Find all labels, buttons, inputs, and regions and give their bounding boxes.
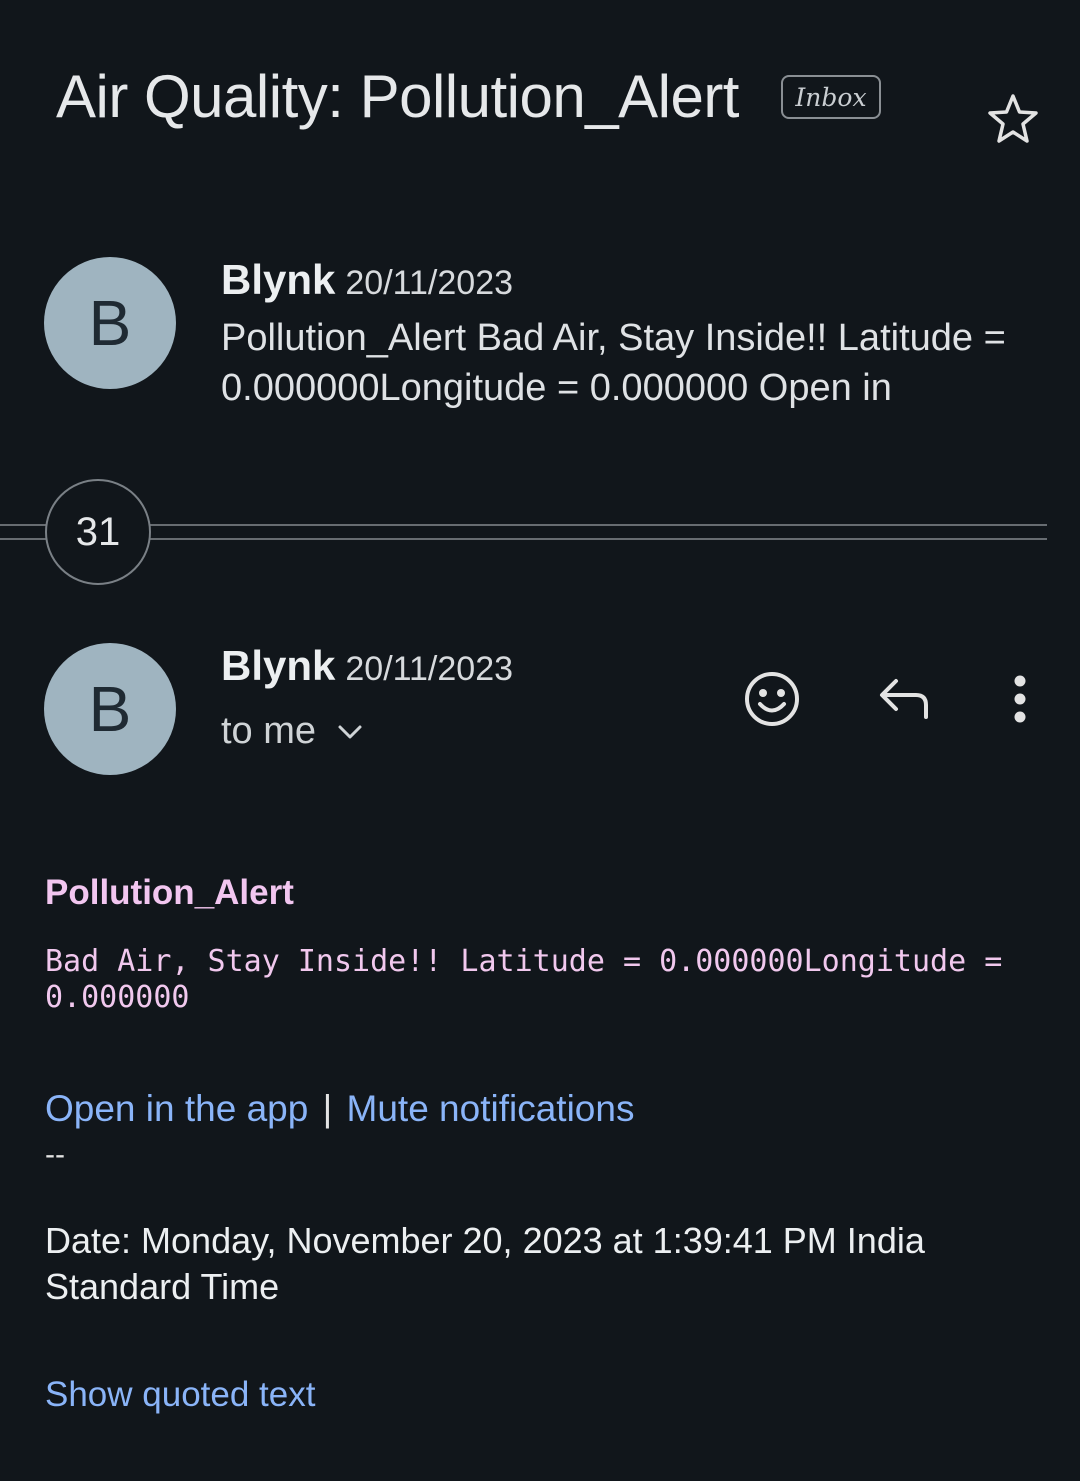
- message-snippet: Pollution_Alert Bad Air, Stay Inside!! L…: [221, 317, 1006, 409]
- notification-links: Open in the app | Mute notifications: [45, 1088, 634, 1130]
- avatar-letter: B: [88, 673, 132, 745]
- message-date: 20/11/2023: [345, 650, 514, 688]
- divider-line-left-bottom: [0, 538, 47, 540]
- sender-name: Blynk: [221, 256, 336, 303]
- divider-line-left-top: [0, 524, 47, 526]
- smiley-icon[interactable]: [742, 669, 802, 729]
- inbox-label-chip[interactable]: Inbox: [781, 75, 881, 119]
- star-icon[interactable]: [983, 90, 1043, 150]
- recipient-details-toggle[interactable]: to me: [221, 710, 364, 753]
- recipient-label: to me: [221, 710, 317, 752]
- hidden-messages-count[interactable]: 31: [45, 479, 151, 585]
- hidden-count-label: 31: [75, 509, 121, 554]
- show-quoted-text-link[interactable]: Show quoted text: [45, 1375, 315, 1415]
- email-thread-view: Air Quality: Pollution_Alert Inbox B Bly…: [0, 0, 1080, 1481]
- open-sender-line: Blynk 20/11/2023: [221, 642, 513, 690]
- signature-separator: --: [45, 1138, 65, 1171]
- body-date-text: Date: Monday, November 20, 2023 at 1:39:…: [45, 1220, 925, 1307]
- body-title: Pollution_Alert: [45, 873, 294, 912]
- body-message-text: Bad Air, Stay Inside!! Latitude = 0.0000…: [45, 944, 1003, 1015]
- collapsed-sender-line: Blynk 20/11/2023: [221, 256, 513, 304]
- chevron-down-icon: [338, 725, 362, 738]
- mute-notifications-link[interactable]: Mute notifications: [347, 1088, 635, 1129]
- sender-avatar[interactable]: B: [44, 643, 176, 775]
- divider-line-right-bottom: [150, 538, 1047, 540]
- sender-avatar[interactable]: B: [44, 257, 176, 389]
- thread-subject: Air Quality: Pollution_Alert: [56, 63, 739, 130]
- message-date: 20/11/2023: [345, 264, 514, 302]
- divider-line-right-top: [150, 524, 1047, 526]
- sender-name: Blynk: [221, 642, 336, 689]
- open-in-app-link[interactable]: Open in the app: [45, 1088, 308, 1129]
- reply-icon[interactable]: [874, 673, 934, 725]
- more-vert-icon[interactable]: [1006, 673, 1034, 725]
- link-separator: |: [322, 1088, 333, 1129]
- avatar-letter: B: [88, 287, 132, 359]
